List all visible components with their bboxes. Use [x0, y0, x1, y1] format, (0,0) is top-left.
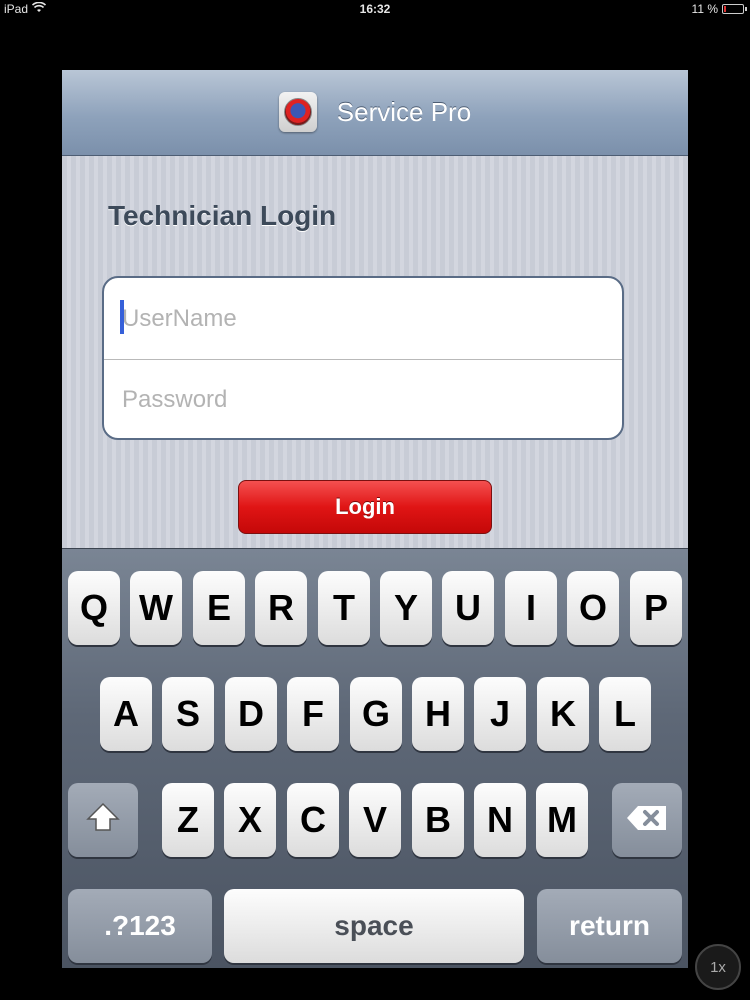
key-r[interactable]: R — [255, 571, 307, 645]
key-c[interactable]: C — [287, 783, 339, 857]
status-right: 11 % — [691, 2, 747, 16]
battery-icon — [722, 4, 747, 14]
key-o[interactable]: O — [567, 571, 619, 645]
username-field[interactable]: UserName — [104, 278, 622, 359]
key-j[interactable]: J — [474, 677, 526, 751]
key-q[interactable]: Q — [68, 571, 120, 645]
zoom-badge[interactable]: 1x — [695, 944, 741, 990]
battery-percent: 11 % — [691, 2, 718, 16]
key-n[interactable]: N — [474, 783, 526, 857]
key-a[interactable]: A — [100, 677, 152, 751]
key-b[interactable]: B — [412, 783, 464, 857]
nav-title-group: Service Pro — [62, 92, 688, 132]
key-m[interactable]: M — [536, 783, 588, 857]
login-panel: Technician Login UserName Password Login — [62, 156, 688, 548]
key-x[interactable]: X — [224, 783, 276, 857]
status-bar: iPad 16:32 11 % — [0, 0, 750, 20]
key-y[interactable]: Y — [380, 571, 432, 645]
username-placeholder: UserName — [122, 304, 237, 332]
shift-key[interactable] — [68, 783, 138, 857]
on-screen-keyboard: .?123 space return QWERTYUIOP ASDFGHJKL ZX… — [62, 548, 688, 968]
return-key[interactable]: return — [537, 889, 682, 963]
space-key[interactable]: space — [224, 889, 524, 963]
login-button[interactable]: Login — [238, 480, 492, 534]
key-v[interactable]: V — [349, 783, 401, 857]
key-p[interactable]: P — [630, 571, 682, 645]
key-f[interactable]: F — [287, 677, 339, 751]
text-caret — [120, 300, 124, 334]
key-e[interactable]: E — [193, 571, 245, 645]
app-window: Service Pro Technician Login UserName Pa… — [62, 70, 688, 968]
key-u[interactable]: U — [442, 571, 494, 645]
password-placeholder: Password — [122, 386, 228, 413]
login-heading: Technician Login — [108, 200, 337, 231]
key-l[interactable]: L — [599, 677, 651, 751]
battery-fill — [724, 6, 726, 12]
key-s[interactable]: S — [162, 677, 214, 751]
service-pro-logo-icon — [278, 92, 317, 132]
key-d[interactable]: D — [225, 677, 277, 751]
numbers-key[interactable]: .?123 — [68, 889, 212, 963]
nav-title: Service Pro — [336, 96, 472, 127]
credentials-group: UserName Password — [102, 276, 624, 440]
key-k[interactable]: K — [537, 677, 589, 751]
key-g[interactable]: G — [350, 677, 402, 751]
clock: 16:32 — [359, 2, 391, 16]
password-field[interactable]: Password — [104, 359, 622, 438]
navigation-bar: Service Pro — [62, 70, 688, 156]
key-w[interactable]: W — [130, 571, 182, 645]
backspace-icon — [626, 799, 668, 841]
key-z[interactable]: Z — [162, 783, 214, 857]
key-h[interactable]: H — [412, 677, 464, 751]
shift-arrow-icon — [86, 799, 120, 841]
backspace-key[interactable] — [612, 783, 682, 857]
key-t[interactable]: T — [318, 571, 370, 645]
key-i[interactable]: I — [505, 571, 557, 645]
